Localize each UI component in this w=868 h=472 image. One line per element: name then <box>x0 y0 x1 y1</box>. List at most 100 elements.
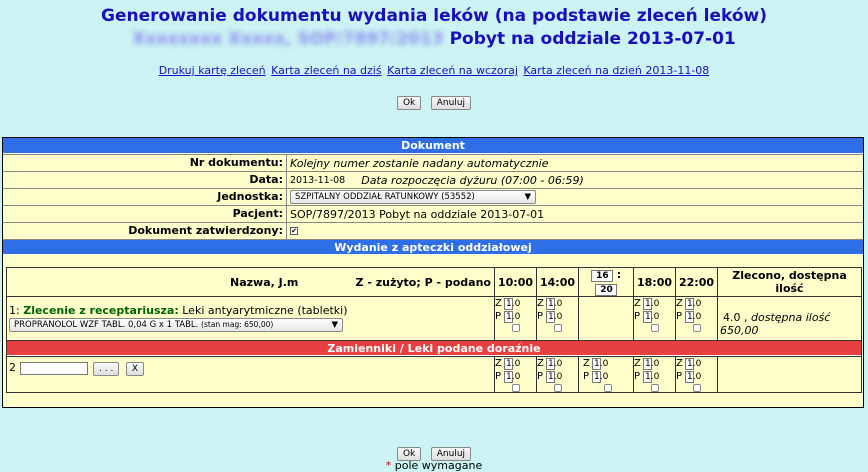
date-note: Data rozpoczęcia dyżuru (07:00 - 06:59) <box>361 173 584 187</box>
ordered-cell: 4.0 , dostępna ilość 650,00 <box>717 296 862 341</box>
substitutes-title-row: Zamienniki / Leki podane doraźnie <box>6 340 862 357</box>
order-row: 1: Zlecenie z receptariusza: Leki antyar… <box>6 296 862 341</box>
available-value: 650,00 <box>720 324 759 337</box>
required-note: * pole wymagane <box>0 459 868 472</box>
chevron-down-icon: ▼ <box>524 192 531 202</box>
print-order-card-link[interactable]: Drukuj kartę zleceń <box>159 64 266 77</box>
used-input[interactable]: 1.0 <box>643 297 659 310</box>
substitute-index: 2 <box>9 361 16 374</box>
dose-checkbox[interactable] <box>553 324 562 332</box>
available-label: dostępna ilość <box>751 311 831 324</box>
unit-label: Jednostka: <box>3 189 287 205</box>
col-time-2: 14:00 <box>536 267 579 297</box>
drug-stock: (stan mag: 650,00) <box>201 320 274 329</box>
given-input[interactable]: 1.0 <box>546 370 562 383</box>
dose-checkbox[interactable] <box>511 324 520 332</box>
custom-hour-input[interactable]: 16 <box>590 270 613 282</box>
doc-number-value: Kolejny numer zostanie nadany automatycz… <box>290 156 549 170</box>
patient-row: Pacjent: SOP/7897/2013 Pobyt na oddziale… <box>3 205 863 222</box>
dose-checkbox[interactable] <box>692 324 701 332</box>
dose-cell-5: Z 1.0 P 1.0 <box>675 296 718 341</box>
stay-info: Pobyt na oddziale 2013-07-01 <box>449 29 736 49</box>
issue-header-row: Nazwa, J.m Z - zużyto; P - podano 10:00 … <box>6 267 862 297</box>
page-title: Generowanie dokumentu wydania leków (na … <box>101 6 767 26</box>
chevron-down-icon: ▼ <box>331 320 338 330</box>
order-card-today-link[interactable]: Karta zleceń na dziś <box>271 64 381 77</box>
order-index: 1: <box>9 304 20 317</box>
document-panel: Dokument Nr dokumentu: Kolejny numer zos… <box>2 137 864 408</box>
dose-checkbox[interactable] <box>650 384 659 392</box>
drug-name: PROPRANOLOL WZF TABL. 0,04 G x 1 TABL. <box>14 320 199 330</box>
used-input[interactable]: 1.0 <box>504 357 520 370</box>
substitute-row: 2 . . . X Z 1.0 P 1.0 Z 1.0 P 1.0 Z 1.0 P 1.0 <box>6 356 862 393</box>
dose-checkbox[interactable] <box>553 384 562 392</box>
browse-button[interactable]: . . . <box>93 362 120 376</box>
top-buttons: Ok Anuluj <box>0 95 868 110</box>
sub-dose-cell-custom: Z 1.0 P 1.0 <box>578 356 634 393</box>
drug-select[interactable]: PROPRANOLOL WZF TABL. 0,04 G x 1 TABL. (… <box>9 318 343 332</box>
dose-cell-4: Z 1.0 P 1.0 <box>633 296 676 341</box>
col-time-5: 22:00 <box>675 267 718 297</box>
patient-label: Pacjent: <box>3 206 287 222</box>
issue-section-title: Wydanie z apteczki oddziałowej <box>3 239 863 255</box>
given-input[interactable]: 1.0 <box>504 370 520 383</box>
document-section-title: Dokument <box>3 138 863 154</box>
col-time-1: 10:00 <box>494 267 537 297</box>
unit-row: Jednostka: SZPITALNY ODDZIAŁ RATUNKOWY (… <box>3 188 863 205</box>
doc-number-label: Nr dokumentu: <box>3 155 287 171</box>
issue-table: Nazwa, J.m Z - zużyto; P - podano 10:00 … <box>6 267 862 393</box>
order-card-yesterday-link[interactable]: Karta zleceń na wczoraj <box>387 64 518 77</box>
col-ordered: Zlecono, dostępna ilość <box>717 267 862 297</box>
used-input[interactable]: 1.0 <box>504 297 520 310</box>
order-card-date-link[interactable]: Karta zleceń na dzień 2013-11-08 <box>523 64 709 77</box>
used-input[interactable]: 1.0 <box>685 297 701 310</box>
sub-dose-cell-1: Z 1.0 P 1.0 <box>494 356 537 393</box>
given-input[interactable]: 1.0 <box>504 310 520 323</box>
used-input[interactable]: 1.0 <box>592 357 608 370</box>
date-label: Data: <box>3 172 287 188</box>
given-input[interactable]: 1.0 <box>592 370 608 383</box>
dose-checkbox[interactable] <box>511 384 520 392</box>
approved-label: Dokument zatwierdzony: <box>3 223 287 239</box>
col-name: Nazwa, J.m <box>230 275 299 289</box>
given-input[interactable]: 1.0 <box>546 310 562 323</box>
sub-dose-cell-5: Z 1.0 P 1.0 <box>675 356 718 393</box>
dose-cell-custom-empty <box>578 296 634 341</box>
date-row: Data: 2013-11-08 Data rozpoczęcia dyżuru… <box>3 171 863 188</box>
order-label: Zlecenie z receptariusza: <box>23 304 179 317</box>
ok-button[interactable]: Ok <box>396 96 422 110</box>
used-input[interactable]: 1.0 <box>546 297 562 310</box>
substitute-drug-input[interactable] <box>19 361 88 375</box>
approved-checkbox[interactable]: ✔ <box>290 227 298 235</box>
dose-checkbox[interactable] <box>692 384 701 392</box>
dose-cell-1: Z 1.0 P 1.0 <box>494 296 537 341</box>
custom-minute-input[interactable]: 20 <box>595 284 617 296</box>
col-time-custom: 16 : 20 <box>578 267 634 297</box>
ordered-value: 4.0 , <box>723 311 748 324</box>
given-input[interactable]: 1.0 <box>643 370 659 383</box>
required-mark: * <box>385 459 392 472</box>
sub-dose-cell-4: Z 1.0 P 1.0 <box>633 356 676 393</box>
approved-row: Dokument zatwierdzony: ✔ <box>3 222 863 239</box>
sub-dose-cell-2: Z 1.0 P 1.0 <box>536 356 579 393</box>
unit-select[interactable]: SZPITALNY ODDZIAŁ RATUNKOWY (53552) ▼ <box>290 190 536 204</box>
patient-name-blurred: Xxxxxxxx Xxxxx, SOP/7897/2013 <box>132 29 444 49</box>
order-desc: Leki antyarytmiczne (tabletki) <box>182 304 348 317</box>
used-input[interactable]: 1.0 <box>685 357 701 370</box>
used-input[interactable]: 1.0 <box>546 357 562 370</box>
col-time-4: 18:00 <box>633 267 676 297</box>
given-input[interactable]: 1.0 <box>685 370 701 383</box>
patient-value: SOP/7897/2013 Pobyt na oddziale 2013-07-… <box>290 207 545 221</box>
given-input[interactable]: 1.0 <box>685 310 701 323</box>
clear-button[interactable]: X <box>125 362 144 376</box>
page-subtitle: Xxxxxxxx Xxxxx, SOP/7897/2013 Pobyt na od… <box>0 28 868 51</box>
required-text: pole wymagane <box>394 459 483 472</box>
doc-number-row: Nr dokumentu: Kolejny numer zostanie nad… <box>3 154 863 171</box>
dose-checkbox[interactable] <box>650 324 659 332</box>
cancel-button[interactable]: Anuluj <box>430 96 472 110</box>
given-input[interactable]: 1.0 <box>643 310 659 323</box>
used-input[interactable]: 1.0 <box>643 357 659 370</box>
dose-checkbox[interactable] <box>604 384 612 392</box>
top-links: Drukuj kartę zleceń Karta zleceń na dziś… <box>0 64 868 77</box>
unit-select-value: SZPITALNY ODDZIAŁ RATUNKOWY (53552) <box>295 192 475 202</box>
